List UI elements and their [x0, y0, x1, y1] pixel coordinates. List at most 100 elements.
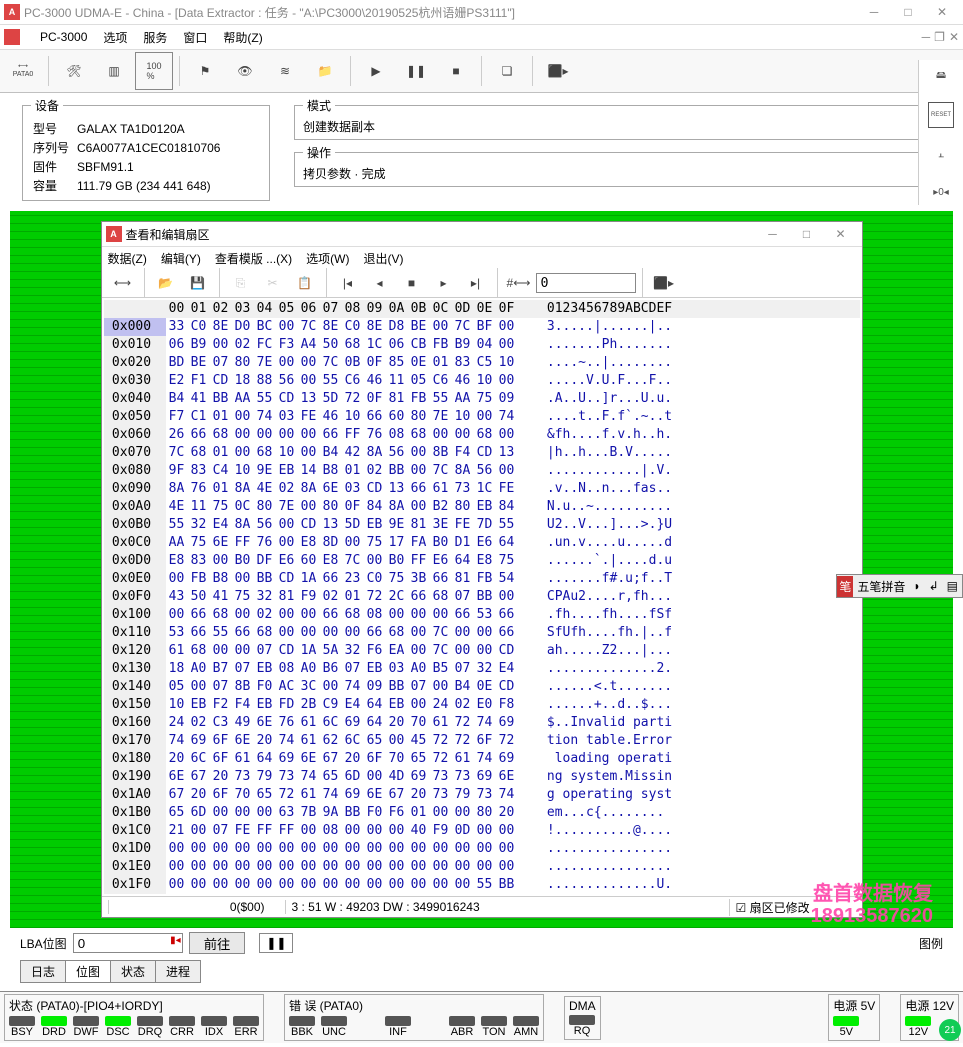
hex-grid[interactable]: 000102030405060708090A0B0C0D0E0F01234567… [102, 298, 862, 896]
hex-row[interactable]: 0x0B05532E48A5600CD135DEB9E813EFE7D55U2.… [104, 516, 860, 534]
hex-row[interactable]: 0x0E000FBB800BBCD1A6623C0753B6681FB54...… [104, 570, 860, 588]
menu-pc3000[interactable]: PC-3000 [40, 30, 87, 44]
percent-icon[interactable]: 100% [135, 52, 173, 90]
ime-btn2[interactable]: ↲ [925, 579, 943, 593]
hex-row[interactable]: 0x1105366556668000000006668007C000066SfU… [104, 624, 860, 642]
hex-paste-icon[interactable]: 📋 [290, 269, 320, 297]
hex-row[interactable]: 0x17074696F6E207461626C65004572726F72tio… [104, 732, 860, 750]
hex-row[interactable]: 0x050F7C101007403FE46106660807E100074...… [104, 408, 860, 426]
hex-menu-exit[interactable]: 退出(V) [364, 250, 404, 267]
hex-last-icon[interactable]: ▸| [461, 269, 491, 297]
legend-label[interactable]: 图例 [919, 935, 943, 952]
hex-row[interactable]: 0x1E000000000000000000000000000000000...… [104, 858, 860, 876]
pause-icon[interactable]: ❚❚ [397, 52, 435, 90]
ime-btn3[interactable]: ▤ [943, 579, 962, 593]
maximize-button[interactable]: □ [891, 0, 925, 24]
reset-icon[interactable]: RESET [928, 102, 954, 128]
chip-icon[interactable]: ▥ [95, 52, 133, 90]
hex-stop-icon[interactable]: ■ [397, 269, 427, 297]
menu-service[interactable]: 服务 [143, 29, 167, 46]
tab-status[interactable]: 状态 [110, 960, 156, 983]
hex-row[interactable]: 0x15010EBF2F4EBFD2BC9E464EB002402E0F8...… [104, 696, 860, 714]
pause-small-icon[interactable]: ❚❚ [259, 933, 293, 953]
tab-log[interactable]: 日志 [20, 960, 66, 983]
disk-icon[interactable]: 🖴 [929, 64, 953, 88]
hex-row[interactable]: 0x1B0656D000000637B9ABBF0F60100008020em.… [104, 804, 860, 822]
hex-row[interactable]: 0x01006B90002FCF3A450681C06CBFBB90400...… [104, 336, 860, 354]
minimize-button[interactable]: ─ [857, 0, 891, 24]
hex-row[interactable]: 0x0A04E11750C807E00800F848A00B280EB84N.u… [104, 498, 860, 516]
hex-row[interactable]: 0x0707C680100681000B4428A56008BF4CD13|h.… [104, 444, 860, 462]
hex-prev-icon[interactable]: ◂ [365, 269, 395, 297]
pata0-button[interactable]: ⟷PATA0 [4, 52, 42, 90]
hex-row[interactable]: 0x1906E672073797374656D004D697373696Eng … [104, 768, 860, 786]
hex-row[interactable]: 0x0908A76018A4E028A6E03CD136661731CFE.v.… [104, 480, 860, 498]
hex-row[interactable]: 0x1C0210007FEFFFF000800000040F90D0000!..… [104, 822, 860, 840]
hex-close-button[interactable]: ✕ [824, 222, 858, 246]
hex-row[interactable]: 0x13018A0B707EB08A0B607EB03A0B50732E4...… [104, 660, 860, 678]
hex-next-icon[interactable]: ▸ [429, 269, 459, 297]
hex-row[interactable]: 0x180206C6F6164696E67206F706572617469 lo… [104, 750, 860, 768]
hex-menu-template[interactable]: 查看模版 ...(X) [215, 250, 292, 267]
hex-row[interactable]: 0x1206168000007CD1A5A32F6EA007C0000CDah.… [104, 642, 860, 660]
menu-window[interactable]: 窗口 [183, 29, 207, 46]
hex-minimize-button[interactable]: ─ [756, 222, 790, 246]
hex-row[interactable]: 0x030E2F1CD1888560055C6461105C6461000...… [104, 372, 860, 390]
hex-row[interactable]: 0x0C0AA756EFF7600E88D007517FAB0D1E664.un… [104, 534, 860, 552]
hex-menu-edit[interactable]: 编辑(Y) [161, 250, 201, 267]
hex-row[interactable]: 0x1D000000000000000000000000000000000...… [104, 840, 860, 858]
hex-row[interactable]: 0x0602666680000000066FF76086800006800&fh… [104, 426, 860, 444]
hex-row[interactable]: 0x0809F83C4109EEB14B80102BB007C8A5600...… [104, 462, 860, 480]
mdi-minimize-button[interactable]: ─ [922, 30, 931, 44]
copy-icon[interactable]: ❏ [488, 52, 526, 90]
hex-save-icon[interactable]: 💾 [183, 269, 213, 297]
gauge-icon[interactable]: ▸0◂ [929, 180, 953, 204]
hex-address-input[interactable] [536, 273, 636, 293]
hex-row[interactable]: 0x00033C08ED0BC007C8EC08ED8BE007CBF003..… [104, 318, 860, 336]
ime-bar[interactable]: 笔 五笔拼音 ◗ ↲ ▤ [836, 574, 963, 598]
hex-port-icon[interactable]: ⟷ [108, 269, 138, 297]
hex-first-icon[interactable]: |◂ [333, 269, 363, 297]
tab-bitmap[interactable]: 位图 [65, 960, 111, 983]
hex-cut-icon[interactable]: ✂ [258, 269, 288, 297]
hex-maximize-button[interactable]: □ [790, 222, 824, 246]
lba-marker-icon[interactable]: ▮◂ [170, 935, 181, 946]
pill-badge[interactable]: 21 [939, 1019, 961, 1041]
status-5v: 电源 5V 5V [828, 994, 880, 1041]
close-button[interactable]: ✕ [925, 0, 959, 24]
lba-input[interactable] [73, 933, 183, 953]
hex-row[interactable]: 0x0D0E88300B0DFE660E87C00B0FFE664E875...… [104, 552, 860, 570]
hex-row[interactable]: 0x020BDBE07807E00007C0B0F850E0183C510...… [104, 354, 860, 372]
hex-row[interactable]: 0x040B441BBAA55CD135D720F81FB55AA7509.A.… [104, 390, 860, 408]
exit-icon[interactable]: ⬛▸ [539, 52, 577, 90]
mdi-close-button[interactable]: ✕ [949, 30, 959, 44]
menu-help[interactable]: 帮助(Z) [223, 29, 262, 46]
binocular-icon[interactable]: 👁 [226, 52, 264, 90]
bitmap-background[interactable]: A 查看和编辑扇区 ─ □ ✕ 数据(Z) 编辑(Y) 查看模版 ...(X) … [10, 211, 953, 928]
oper-fieldset: 操作 拷贝参数 · 完成 [294, 144, 941, 187]
hex-menu-data[interactable]: 数据(Z) [108, 250, 147, 267]
hex-row[interactable]: 0x10000666800020000666808000000665366.fh… [104, 606, 860, 624]
hex-row[interactable]: 0x0F0435041753281F90201722C666807BB00CPA… [104, 588, 860, 606]
hex-row[interactable]: 0x1A067206F7065726174696E672073797374g o… [104, 786, 860, 804]
hex-menu-options[interactable]: 选项(W) [306, 250, 349, 267]
hex-row[interactable]: 0x1F0000000000000000000000000000055BB...… [104, 876, 860, 894]
ime-btn1[interactable]: ◗ [909, 579, 924, 593]
tab-process[interactable]: 进程 [155, 960, 201, 983]
hex-row[interactable]: 0x1400500078BF0AC3C007409BB0700B40ECD...… [104, 678, 860, 696]
flag-icon[interactable]: ⚑ [186, 52, 224, 90]
hex-open-icon[interactable]: 📂 [151, 269, 181, 297]
hex-copy-icon[interactable]: ⎘ [226, 269, 256, 297]
mdi-restore-button[interactable]: ❐ [934, 30, 945, 44]
switch-icon[interactable]: ⫠ [929, 142, 953, 166]
hex-row[interactable]: 0x1602402C3496E76616C6964207061727469$..… [104, 714, 860, 732]
hex-goto-icon[interactable]: #⟷ [504, 269, 534, 297]
play-icon[interactable]: ▶ [357, 52, 395, 90]
trace-icon[interactable]: ≋ [266, 52, 304, 90]
stop-icon[interactable]: ■ [437, 52, 475, 90]
menu-options[interactable]: 选项 [103, 29, 127, 46]
goto-button[interactable]: 前往 [189, 932, 246, 954]
tools-icon[interactable]: 🛠 [55, 52, 93, 90]
hex-exit-icon[interactable]: ⬛▸ [649, 269, 679, 297]
folder-icon[interactable]: 📁 [306, 52, 344, 90]
